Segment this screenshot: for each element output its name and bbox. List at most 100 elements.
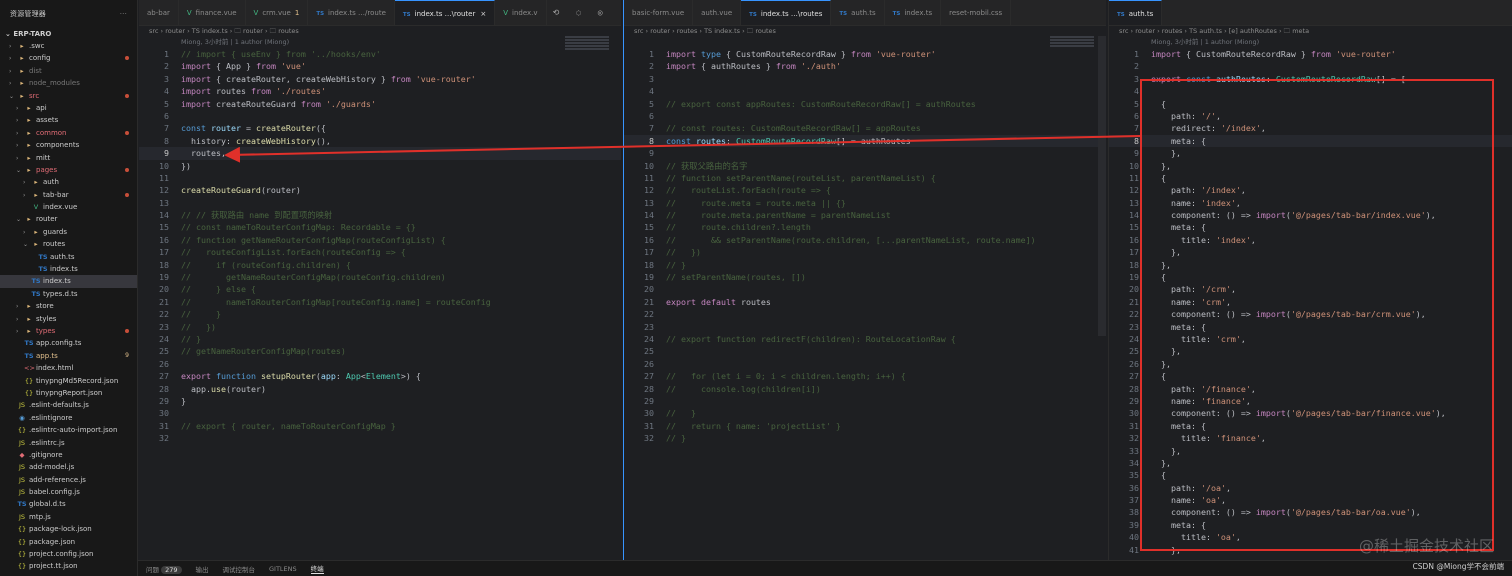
code-line[interactable]: 8 meta: { [1109,134,1512,148]
code-line[interactable]: 21 export default routes [624,296,1106,308]
file-tree-item[interactable]: JS add-model.js [0,461,137,473]
code-line[interactable]: 14 // // 获取路由 name 到配置项的映射 [139,209,621,221]
code-line[interactable]: 32 [139,432,621,444]
code-line[interactable]: 22 // } [139,308,621,320]
file-tree-item[interactable]: {} package.json [0,536,137,548]
code-line[interactable]: 26 [624,358,1106,370]
code-line[interactable]: 13 [139,197,621,209]
code-line[interactable]: 11 // function setParentName(routeList, p… [624,172,1106,184]
file-tree-item[interactable]: › ▸ assets [0,114,137,126]
code-line[interactable]: 16 // function getNameRouterConfigMap(rou… [139,234,621,246]
code-line[interactable]: 24 // export function redirectF(children)… [624,333,1106,345]
code-line[interactable]: 4 import routes from './routes' [139,85,621,97]
code-line[interactable]: 5 import createRouteGuard from './guards' [139,98,621,110]
code-line[interactable]: 17 // routeConfigList.forEach(routeConfig… [139,246,621,258]
code-line[interactable]: 33 }, [1109,445,1512,457]
minimap[interactable] [565,36,609,56]
code-line[interactable]: 15 // route.children?.length [624,221,1106,233]
file-tree-item[interactable]: {} package-lock.json [0,523,137,535]
editor-tab[interactable]: TS auth.ts [831,0,885,25]
code-line[interactable]: 3 import { createRouter, createWebHistory… [139,73,621,85]
code-line[interactable]: 21 name: 'crm', [1109,296,1512,308]
file-tree-item[interactable]: JS .eslintrc.js [0,437,137,449]
file-tree-item[interactable]: JS mtp.js [0,511,137,523]
code-line[interactable]: 18 // if (routeConfig.children) { [139,259,621,271]
code-line[interactable]: 9 routes, [139,147,621,160]
code-line[interactable]: 25 [624,345,1106,357]
code-line[interactable]: 28 path: '/finance', [1109,383,1512,395]
breadcrumb[interactable]: src › router › routes › TS index.ts › 🗀 … [624,26,1106,37]
more-actions-icon[interactable]: ··· [120,0,127,28]
code-line[interactable]: 23 [624,321,1106,333]
file-tree-item[interactable]: › ▸ api [0,102,137,114]
code-line[interactable]: 10 // 获取父路由的名字 [624,160,1106,172]
code-line[interactable]: 31 // return { name: 'projectList' } [624,420,1106,432]
code-line[interactable]: 39 meta: { [1109,519,1512,531]
code-line[interactable]: 21 // nameToRouterConfigMap[routeConfig.n… [139,296,621,308]
file-tree-item[interactable]: › ▸ dist [0,65,137,77]
code-line[interactable]: 30 // } [624,407,1106,419]
file-tree-item[interactable]: TS index.ts [0,275,137,288]
code-line[interactable]: 31 meta: { [1109,420,1512,432]
file-tree-item[interactable]: TS app.ts 9 [0,350,137,362]
file-tree-item[interactable]: › ▸ mitt [0,152,137,164]
code-line[interactable]: 18 }, [1109,259,1512,271]
code-line[interactable]: 9 }, [1109,147,1512,159]
code-line[interactable]: 29} [139,395,621,407]
code-line[interactable]: 23 // }) [139,321,621,333]
code-line[interactable]: 25 }, [1109,345,1512,357]
file-tree-item[interactable]: › ▸ .swc [0,40,137,52]
code-line[interactable]: 11 { [1109,172,1512,184]
code-line[interactable]: 23 meta: { [1109,321,1512,333]
file-tree-item[interactable]: › ▸ styles [0,313,137,325]
codelens-author[interactable]: Miong, 3小时前 | 1 author (Miong) [139,37,621,48]
code-line[interactable]: 34 }, [1109,457,1512,469]
code-line[interactable]: 7 const router = createRouter({ [139,122,621,134]
code-line[interactable]: 13 name: 'index', [1109,197,1512,209]
code-line[interactable]: 35 { [1109,469,1512,481]
code-line[interactable]: 2 import { App } from 'vue' [139,60,621,72]
code-line[interactable]: 17 // }) [624,246,1106,258]
code-line[interactable]: 4 [624,85,1106,97]
code-line[interactable]: 20 // } else { [139,283,621,295]
codelens-author[interactable]: Miong, 3小时前 | 1 author (Miong) [1109,37,1512,48]
code-line[interactable]: 1 import type { CustomRouteRecordRaw } fr… [624,48,1106,60]
editor-tab[interactable]: TS index.ts …\router × [394,0,496,25]
file-tree-item[interactable]: ◆ .gitignore [0,449,137,461]
code-line[interactable]: 27 // for (let i = 0; i < children.length… [624,370,1106,382]
code-line[interactable]: 24 // } [139,333,621,345]
file-tree-item[interactable]: Vindex.vue [0,201,137,213]
code-line[interactable]: 27 { [1109,370,1512,382]
file-tree-item[interactable]: › ▸ tab-bar [0,189,137,201]
code-line[interactable]: 32 title: 'finance', [1109,432,1512,444]
editor-tab[interactable]: Vindex.v [495,0,547,25]
file-tree-item[interactable]: ⌄ ▸ routes [0,238,137,250]
output-tab[interactable]: 输出 [196,564,209,574]
editor-tab[interactable]: TS auth.ts [1109,0,1163,25]
code-line[interactable]: 17 }, [1109,246,1512,258]
editor-tab[interactable]: basic-form.vue [624,0,694,25]
code-line[interactable]: 14 // route.meta.parentName = parentNameL… [624,209,1106,221]
code-line[interactable]: 9 [624,147,1106,159]
file-tree-item[interactable]: TS app.config.ts [0,337,137,349]
code-line[interactable]: 37 name: 'oa', [1109,494,1512,506]
code-line[interactable]: 20 [624,283,1106,295]
file-tree-item[interactable]: {} tinypngMd5Record.json [0,375,137,387]
code-line[interactable]: 29 [624,395,1106,407]
code-line[interactable]: 38 component: () => import('@/pages/tab-… [1109,506,1512,518]
code-line[interactable]: 30 component: () => import('@/pages/tab-… [1109,407,1512,419]
code-line[interactable]: 16 title: 'index', [1109,234,1512,246]
code-line[interactable]: 31 // export { router, nameToRouterConfig… [139,420,621,432]
code-line[interactable]: 8 const routes: CustomRouteRecordRaw[] = … [624,134,1106,148]
code-line[interactable]: 7 redirect: '/index', [1109,122,1512,134]
file-tree-item[interactable]: ⌄ ▸ router [0,213,137,225]
code-line[interactable]: 10 }, [1109,160,1512,172]
code-line[interactable]: 12 createRouteGuard(router) [139,184,621,196]
file-tree-item[interactable]: JS babel.config.js [0,486,137,498]
minimap[interactable] [1050,36,1094,56]
file-tree-item[interactable]: › ▸ node_modules [0,77,137,89]
problems-tab[interactable]: 问题 279 [146,564,182,574]
editor-tab[interactable]: TS index.ts [885,0,942,25]
file-tree-item[interactable]: TS auth.ts [0,251,137,263]
code-line[interactable]: 15 meta: { [1109,221,1512,233]
